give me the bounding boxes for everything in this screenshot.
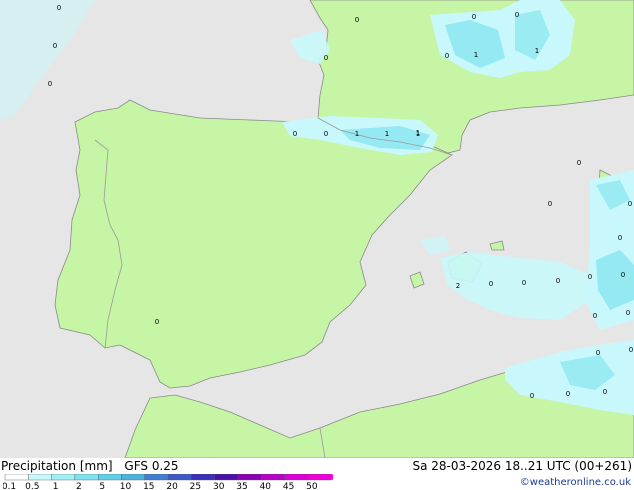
map-value: 1 [416,130,420,138]
map-value: 0 [53,42,57,50]
color-scale-segment [214,474,239,481]
map-value: 0 [628,200,632,208]
map-value: 1 [535,47,539,55]
map-value: 0 [472,13,476,21]
map-value: 1 [385,130,389,138]
color-scale-tick: 30 [213,482,225,490]
color-scale-segment [97,474,122,481]
color-scale-segment [167,474,192,481]
color-scale-tick: 15 [143,482,154,490]
map-value: 0 [603,388,607,396]
map-value: 0 [577,159,581,167]
color-scale-segment [4,474,29,481]
color-scale-tick: 5 [99,482,105,490]
legend-variable: Precipitation [mm] [1,459,113,473]
map-value: 0 [48,80,52,88]
map-value: 0 [522,279,526,287]
color-scale-tick: 1 [53,482,59,490]
color-scale-tick: 2 [76,482,82,490]
credit-link[interactable]: ©weatheronline.co.uk [520,477,631,489]
color-scale-segment [121,474,145,481]
map-value: 0 [293,130,297,138]
map-value: 0 [588,273,592,281]
color-scale-tick: 0.1 [3,482,16,490]
color-scale-tick: 45 [283,482,294,490]
legend-title: Precipitation [mm] GFS 0.25 [1,460,179,472]
color-scale-segment [28,474,52,481]
map-value: 0 [629,346,633,354]
map-value: 0 [515,11,519,19]
color-scale-tick: 50 [306,482,318,490]
color-scale-segment [237,474,262,481]
map-value: 0 [57,4,61,12]
map-value: 0 [556,277,560,285]
map-value: 0 [548,200,552,208]
map-value: 0 [530,392,534,400]
color-scale-segment [307,474,332,481]
legend-model: GFS 0.25 [124,459,179,473]
map-value: 0 [596,349,600,357]
map-value: 0 [155,318,159,326]
map-value: 0 [445,52,449,60]
color-scale-tick: 35 [236,482,247,490]
map-value: 0 [489,280,493,288]
map-value: 0 [593,312,597,320]
color-scale-segment [284,474,309,481]
color-scale-segment [261,474,285,481]
color-scale-tick: 20 [166,482,178,490]
map-value: 2 [456,282,460,290]
run-info: Sa 28-03-2026 18..21 UTC (00+261) [412,459,632,473]
map-value: 0 [618,234,622,242]
precipitation-map: 0 0 0 0 0 0 1 1 0 1 0 1 1 1 0 0 0 0 0 0 … [0,0,634,458]
color-scale-segment [74,474,99,481]
color-scale-tick: 0.5 [25,482,39,490]
color-scale-segment [144,474,169,481]
map-value: 0 [355,16,359,24]
color-scale-arrow [331,474,333,480]
map-value: 0 [324,130,328,138]
color-scale-segment [51,474,76,481]
map-value: 0 [566,390,570,398]
color-scale-tick: 25 [190,482,201,490]
map-value: 0 [324,54,328,62]
map-value: 0 [626,309,630,317]
map-value: 1 [474,51,478,59]
map-value: 1 [355,130,359,138]
color-scale-tick: 10 [120,482,132,490]
legend-footer: Precipitation [mm] GFS 0.25 Sa 28-03-202… [0,458,634,490]
color-scale-tick: 40 [260,482,272,490]
map-value: 0 [621,271,625,279]
color-scale: 0.1 0.5 1 2 5 10 15 20 25 30 35 40 45 50 [3,474,333,490]
color-scale-segment [191,474,215,481]
